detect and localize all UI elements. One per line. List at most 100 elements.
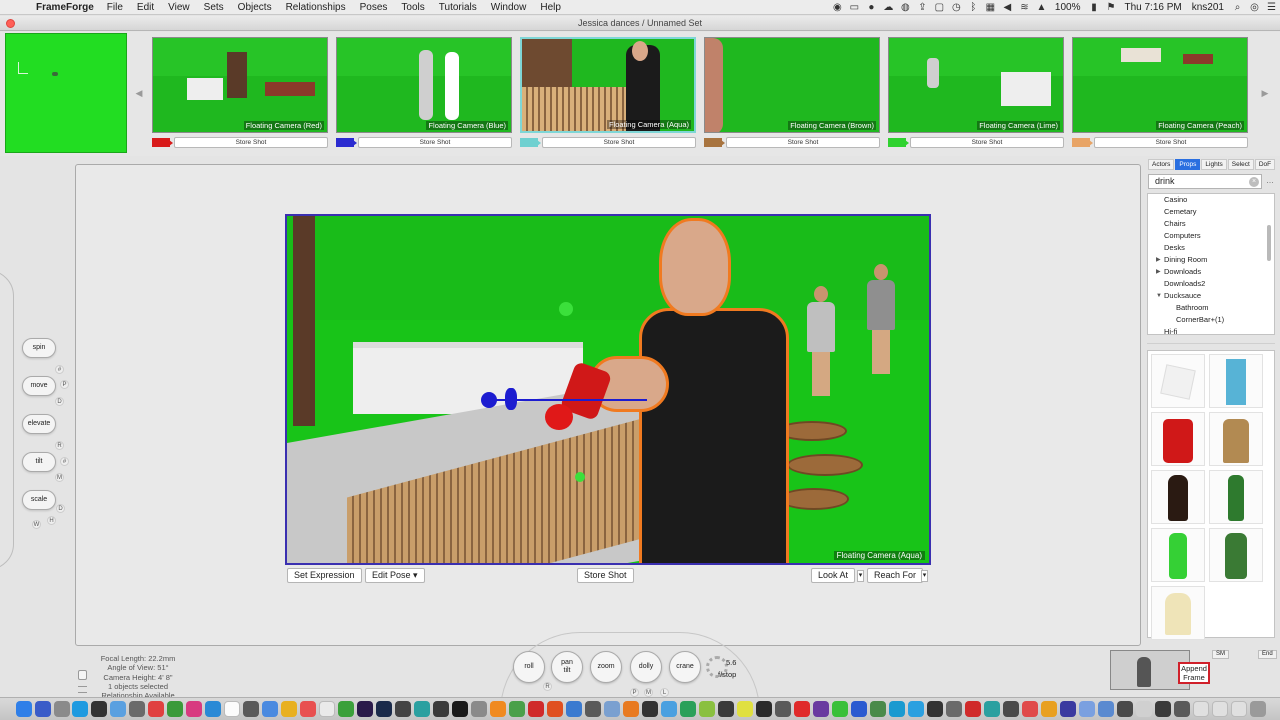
- bluetooth-icon[interactable]: ᛒ: [965, 2, 982, 13]
- app-icon[interactable]: [1098, 701, 1114, 717]
- siri-icon[interactable]: ◎: [1246, 2, 1263, 13]
- list-icon[interactable]: [78, 686, 87, 693]
- app-icon[interactable]: [965, 701, 981, 717]
- menu-sets[interactable]: Sets: [197, 2, 231, 13]
- vlc-icon[interactable]: [490, 701, 506, 717]
- document-icon[interactable]: [1193, 701, 1209, 717]
- app-icon[interactable]: [775, 701, 791, 717]
- tab-lights[interactable]: Lights: [1201, 159, 1227, 170]
- app-icon[interactable]: [585, 701, 601, 717]
- app-icon[interactable]: [338, 701, 354, 717]
- menu-relationships[interactable]: Relationships: [279, 2, 353, 13]
- tree-item[interactable]: Chairs: [1148, 218, 1274, 230]
- app-icon[interactable]: [718, 701, 734, 717]
- app-icon[interactable]: [319, 701, 335, 717]
- look-at-button[interactable]: Look At: [811, 568, 856, 583]
- prop-green-bottle[interactable]: [1209, 470, 1263, 524]
- background-actor[interactable]: [867, 264, 895, 374]
- premiere-icon[interactable]: [357, 701, 373, 717]
- tree-item[interactable]: Hi-fi: [1148, 326, 1274, 334]
- gizmo-green-handle[interactable]: [559, 302, 573, 316]
- battery-icon[interactable]: ▮: [1085, 2, 1102, 13]
- background-actor[interactable]: [807, 286, 835, 396]
- menu-objects[interactable]: Objects: [231, 2, 279, 13]
- notification-icon[interactable]: ☰: [1263, 2, 1280, 13]
- menu-file[interactable]: File: [100, 2, 130, 13]
- drop-icon[interactable]: ●: [863, 2, 880, 13]
- app-icon[interactable]: [262, 701, 278, 717]
- app-icon[interactable]: [623, 701, 639, 717]
- app-icon[interactable]: [1060, 701, 1076, 717]
- steam-icon[interactable]: [642, 701, 658, 717]
- store-shot-button[interactable]: Store Shot: [174, 137, 328, 148]
- spin-dial[interactable]: spin: [22, 338, 56, 358]
- safari-icon[interactable]: [72, 701, 88, 717]
- app-icon[interactable]: [167, 701, 183, 717]
- app-icon[interactable]: [1136, 701, 1152, 717]
- tab-dof[interactable]: DoF: [1254, 159, 1276, 170]
- wifi-icon[interactable]: ≋: [1016, 2, 1033, 13]
- menu-help[interactable]: Help: [533, 2, 568, 13]
- tree-item[interactable]: ▼ Ducksauce: [1148, 290, 1274, 302]
- elevate-dial[interactable]: elevate: [22, 414, 56, 434]
- seq-tab-end[interactable]: End: [1258, 650, 1277, 659]
- app-icon[interactable]: [1174, 701, 1190, 717]
- shot-thumbnail[interactable]: Floating Camera (Blue): [336, 37, 512, 133]
- app-icon[interactable]: [813, 701, 829, 717]
- mic-icon[interactable]: ◍: [897, 2, 914, 13]
- more-options-icon[interactable]: …: [1265, 176, 1275, 188]
- shot-thumbnail[interactable]: Floating Camera (Peach): [1072, 37, 1248, 133]
- bar-stool[interactable]: [787, 454, 863, 476]
- keyboard-icon[interactable]: ▦: [982, 2, 999, 13]
- app-icon[interactable]: [433, 701, 449, 717]
- tilt-dial[interactable]: tilt: [22, 452, 56, 472]
- app-icon[interactable]: [680, 701, 696, 717]
- shot-red[interactable]: Floating Camera (Red) Store Shot: [152, 37, 328, 151]
- app-icon[interactable]: [1003, 701, 1019, 717]
- app-icon[interactable]: [889, 701, 905, 717]
- app-icon[interactable]: [395, 701, 411, 717]
- app-icon[interactable]: [91, 701, 107, 717]
- chat-icon[interactable]: ▢: [931, 2, 948, 13]
- cloud-icon[interactable]: ☁: [880, 2, 897, 13]
- app-icon[interactable]: [1155, 701, 1171, 717]
- gizmo-blue-handle[interactable]: [481, 392, 497, 408]
- calendar-icon[interactable]: [224, 701, 240, 717]
- rocket-icon[interactable]: [54, 701, 70, 717]
- zoom-dial[interactable]: zoom: [590, 651, 622, 683]
- gizmo-blue-handle[interactable]: [505, 388, 517, 410]
- frameforge-icon[interactable]: [414, 701, 430, 717]
- prop-ice-cube[interactable]: [1151, 354, 1205, 408]
- fstop-control[interactable]: 5.6 f/stop: [706, 654, 746, 684]
- clear-search-icon[interactable]: ×: [1249, 177, 1259, 187]
- append-frame-button[interactable]: Append Frame: [1178, 662, 1210, 684]
- props-search-input[interactable]: drink: [1148, 174, 1262, 189]
- edit-pose-button[interactable]: Edit Pose ▾: [365, 568, 425, 583]
- gizmo-red-handle[interactable]: [545, 404, 573, 430]
- tree-item[interactable]: ▶ Dining Room: [1148, 254, 1274, 266]
- photos-icon[interactable]: [110, 701, 126, 717]
- store-shot-button[interactable]: Store Shot: [726, 137, 880, 148]
- shot-blue[interactable]: Floating Camera (Blue) Store Shot: [336, 37, 512, 151]
- shot-thumbnail[interactable]: Floating Camera (Red): [152, 37, 328, 133]
- itunes-icon[interactable]: [186, 701, 202, 717]
- finder-icon[interactable]: [16, 701, 32, 717]
- app-icon[interactable]: [946, 701, 962, 717]
- app-icon[interactable]: [927, 701, 943, 717]
- tree-item[interactable]: Computers: [1148, 230, 1274, 242]
- app-icon[interactable]: [1041, 701, 1057, 717]
- skype-icon[interactable]: [908, 701, 924, 717]
- chrome-icon[interactable]: [281, 701, 297, 717]
- app-icon[interactable]: [870, 701, 886, 717]
- reach-for-button[interactable]: Reach For: [867, 568, 924, 583]
- tree-item[interactable]: Casino: [1148, 194, 1274, 206]
- store-shot-button[interactable]: Store Shot: [1094, 137, 1248, 148]
- airplay-icon[interactable]: ▲: [1033, 2, 1050, 13]
- trash-icon[interactable]: [1250, 701, 1266, 717]
- appstore-icon[interactable]: [205, 701, 221, 717]
- tree-item[interactable]: ▶ Downloads: [1148, 266, 1274, 278]
- terminal-icon[interactable]: [452, 701, 468, 717]
- app-icon[interactable]: [699, 701, 715, 717]
- props-category-tree[interactable]: Casino Cemetary Chairs Computers Desks ▶…: [1147, 193, 1275, 335]
- app-icon[interactable]: [300, 701, 316, 717]
